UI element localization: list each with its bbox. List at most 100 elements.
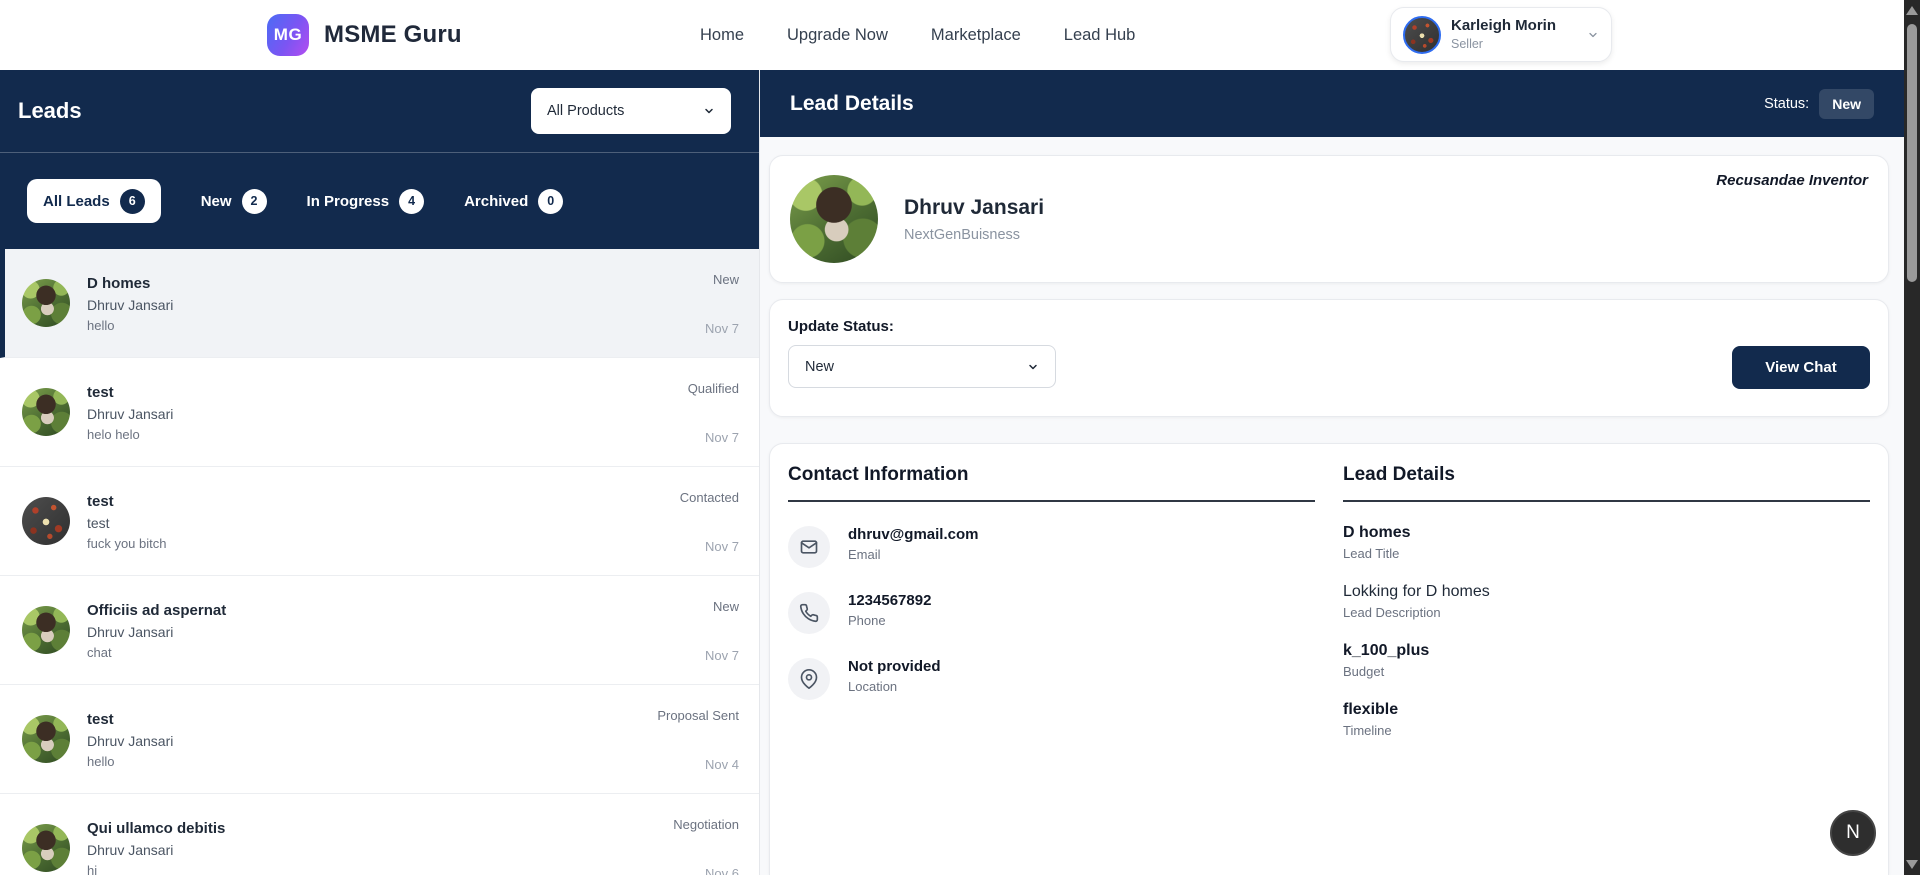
lead-text: Qui ullamco debitis Dhruv Jansari hi	[87, 818, 656, 875]
lead-list-item[interactable]: test Dhruv Jansari hello Proposal Sent N…	[0, 685, 759, 794]
contact-information-heading: Contact Information	[788, 464, 1315, 502]
lead-profile-name: Dhruv Jansari	[904, 196, 1044, 220]
leads-panel-title: Leads	[18, 98, 82, 124]
lead-last-message: helo helo	[87, 427, 671, 442]
lead-title: test	[87, 711, 640, 728]
tab-label: All Leads	[43, 193, 110, 210]
lead-title: D homes	[87, 275, 688, 292]
lead-text: test Dhruv Jansari hello	[87, 709, 640, 769]
tab-label: Archived	[464, 193, 528, 210]
update-status-value: New	[805, 359, 834, 375]
scrollbar-down-arrow[interactable]	[1906, 860, 1918, 869]
fab-label: N	[1846, 822, 1860, 844]
lead-date: Nov 7	[705, 539, 739, 554]
lead-title: Qui ullamco debitis	[87, 820, 656, 837]
tab-label: In Progress	[307, 193, 390, 210]
view-chat-button[interactable]: View Chat	[1732, 346, 1870, 389]
app-title: MSME Guru	[324, 21, 462, 49]
logo-text: MG	[274, 25, 302, 45]
lead-timeline-label: Timeline	[1343, 723, 1870, 738]
tab-count-badge: 4	[399, 189, 424, 214]
contact-text: 1234567892 Phone	[848, 592, 931, 628]
tab-in-progress[interactable]: In Progress 4	[307, 189, 425, 214]
lead-status: Qualified	[688, 381, 739, 396]
lead-list-item[interactable]: test test fuck you bitch Contacted Nov 7	[0, 467, 759, 576]
lead-meta: Contacted Nov 7	[680, 488, 739, 554]
status-label: Status:	[1764, 96, 1809, 112]
lead-status: Negotiation	[673, 817, 739, 832]
lead-date: Nov 4	[705, 757, 739, 772]
detail-panel-title: Lead Details	[790, 92, 914, 116]
lead-avatar	[22, 388, 70, 436]
chevron-down-icon	[1587, 29, 1599, 41]
page-scrollbar[interactable]	[1904, 0, 1920, 875]
tab-archived[interactable]: Archived 0	[464, 189, 563, 214]
lead-list-item[interactable]: D homes Dhruv Jansari hello New Nov 7	[0, 249, 759, 358]
lead-last-message: chat	[87, 645, 688, 660]
nav-marketplace[interactable]: Marketplace	[931, 26, 1021, 45]
lead-list-item[interactable]: Officiis ad aspernat Dhruv Jansari chat …	[0, 576, 759, 685]
product-filter-select[interactable]: All Products	[531, 88, 731, 134]
lead-meta: New Nov 7	[705, 270, 739, 336]
lead-details-heading: Lead Details	[1343, 464, 1870, 502]
lead-description-label: Lead Description	[1343, 605, 1870, 620]
lead-title: test	[87, 493, 663, 510]
lead-timeline-row: flexible Timeline	[1343, 701, 1870, 738]
lead-detail-panel: Lead Details Status: New Dhruv Jansari N…	[760, 70, 1904, 875]
lead-list-item[interactable]: Qui ullamco debitis Dhruv Jansari hi Neg…	[0, 794, 759, 875]
lead-text: D homes Dhruv Jansari hello	[87, 273, 688, 333]
location-pin-icon	[788, 658, 830, 700]
contact-row-location: Not provided Location	[788, 658, 1315, 700]
lead-timeline-value: flexible	[1343, 701, 1870, 719]
lead-last-message: hi	[87, 863, 656, 875]
user-avatar	[1403, 16, 1441, 54]
lead-list-item[interactable]: test Dhruv Jansari helo helo Qualified N…	[0, 358, 759, 467]
top-nav: Home Upgrade Now Marketplace Lead Hub	[700, 0, 1135, 70]
detail-header: Lead Details Status: New	[760, 70, 1904, 137]
scrollbar-thumb[interactable]	[1907, 24, 1917, 282]
tab-all-leads[interactable]: All Leads 6	[27, 179, 161, 223]
nav-upgrade-now[interactable]: Upgrade Now	[787, 26, 888, 45]
scrollbar-up-arrow[interactable]	[1906, 6, 1918, 15]
lead-date: Nov 6	[705, 866, 739, 875]
nav-lead-hub[interactable]: Lead Hub	[1064, 26, 1136, 45]
tab-new[interactable]: New 2	[201, 189, 267, 214]
notifications-fab[interactable]: N	[1830, 810, 1876, 856]
user-name: Karleigh Morin	[1451, 17, 1577, 35]
lead-meta: Proposal Sent Nov 4	[657, 706, 739, 772]
contact-phone-value: 1234567892	[848, 592, 931, 609]
lead-title-value: D homes	[1343, 524, 1870, 542]
lead-description-value: Lokking for D homes	[1343, 583, 1870, 601]
lead-meta: Qualified Nov 7	[688, 379, 739, 445]
update-status-select[interactable]: New	[788, 345, 1056, 388]
chevron-down-icon	[1027, 361, 1039, 373]
tab-count-badge: 2	[242, 189, 267, 214]
lead-profile-text: Dhruv Jansari NextGenBuisness	[904, 196, 1044, 243]
contact-phone-label: Phone	[848, 613, 931, 628]
lead-title: test	[87, 384, 671, 401]
lead-contact-name: Dhruv Jansari	[87, 733, 640, 749]
lead-info-card: Contact Information dhruv@gmail.com Emai…	[769, 443, 1889, 875]
leads-header: Leads All Products	[0, 70, 759, 152]
contact-row-email: dhruv@gmail.com Email	[788, 526, 1315, 568]
lead-contact-name: Dhruv Jansari	[87, 406, 671, 422]
lead-avatar	[22, 715, 70, 763]
lead-profile-tag: Recusandae Inventor	[1716, 172, 1868, 189]
contact-email-label: Email	[848, 547, 978, 562]
lead-date: Nov 7	[705, 648, 739, 663]
lead-status: New	[713, 599, 739, 614]
product-filter-value: All Products	[547, 103, 624, 119]
user-menu[interactable]: Karleigh Morin Seller	[1390, 7, 1612, 62]
status-badge: New	[1819, 89, 1874, 119]
lead-contact-name: Dhruv Jansari	[87, 297, 688, 313]
tab-count-badge: 6	[120, 189, 145, 214]
brand: MG MSME Guru	[267, 0, 462, 70]
user-meta: Karleigh Morin Seller	[1451, 17, 1577, 52]
lead-details-column: Lead Details D homes Lead Title Lokking …	[1343, 464, 1870, 855]
nav-home[interactable]: Home	[700, 26, 744, 45]
contact-location-label: Location	[848, 679, 941, 694]
lead-avatar	[22, 824, 70, 872]
lead-title: Officiis ad aspernat	[87, 602, 688, 619]
update-status-label: Update Status:	[788, 318, 1870, 335]
contact-information-column: Contact Information dhruv@gmail.com Emai…	[788, 464, 1315, 855]
